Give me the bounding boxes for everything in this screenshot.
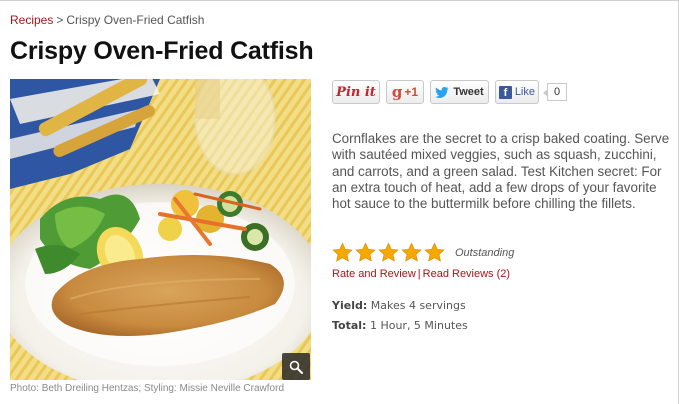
total-key: Total: xyxy=(332,319,367,332)
tweet-button[interactable]: Tweet xyxy=(430,80,489,104)
breadcrumb-separator: > xyxy=(56,13,64,27)
facebook-like-label: Like xyxy=(514,86,535,98)
breadcrumb: Recipes > Crispy Oven-Fried Catfish xyxy=(10,13,204,27)
page-title: Crispy Oven-Fried Catfish xyxy=(10,37,314,65)
recipe-yield: Yield: Makes 4 servings xyxy=(332,299,466,312)
yield-key: Yield: xyxy=(332,299,368,312)
review-links-separator: | xyxy=(417,268,421,280)
read-reviews-link[interactable]: Read Reviews (2) xyxy=(423,268,510,280)
recipe-description: Cornflakes are the secret to a crisp bak… xyxy=(332,131,670,212)
tweet-label: Tweet xyxy=(453,86,484,98)
rate-and-review-link[interactable]: Rate and Review xyxy=(332,268,416,280)
yield-value: Makes 4 servings xyxy=(370,299,466,312)
share-bar: Pin it g +1 Tweet f Like 0 xyxy=(332,80,567,104)
frame-top-border xyxy=(0,0,679,3)
recipe-total-time: Total: 1 Hour, 5 Minutes xyxy=(332,319,468,332)
breadcrumb-recipes-link[interactable]: Recipes xyxy=(10,13,53,27)
star-icon[interactable] xyxy=(424,242,445,263)
total-value: 1 Hour, 5 Minutes xyxy=(369,319,468,332)
like-count: 0 xyxy=(543,83,567,101)
pinterest-button[interactable]: Pin it xyxy=(332,80,380,104)
magnifier-icon xyxy=(289,360,303,374)
google-plus-button[interactable]: g +1 xyxy=(386,80,424,104)
rating: Outstanding xyxy=(332,242,514,263)
rating-stars[interactable] xyxy=(332,242,445,263)
recipe-photo[interactable] xyxy=(10,79,311,380)
twitter-bird-icon xyxy=(435,86,449,98)
google-plus-icon: g xyxy=(391,83,403,101)
star-icon[interactable] xyxy=(401,242,422,263)
rating-label: Outstanding xyxy=(455,246,515,259)
facebook-like-button[interactable]: f Like xyxy=(495,80,539,104)
breadcrumb-current: Crispy Oven-Fried Catfish xyxy=(66,13,205,27)
facebook-icon: f xyxy=(499,85,512,99)
star-icon[interactable] xyxy=(332,242,353,263)
review-links: Rate and Review | Read Reviews (2) xyxy=(332,268,510,280)
star-icon[interactable] xyxy=(378,242,399,263)
photo-credit: Photo: Beth Dreiling Hentzas; Styling: M… xyxy=(10,383,284,394)
star-icon[interactable] xyxy=(355,242,376,263)
zoom-button[interactable] xyxy=(282,353,310,380)
google-plus-label: +1 xyxy=(404,85,419,99)
